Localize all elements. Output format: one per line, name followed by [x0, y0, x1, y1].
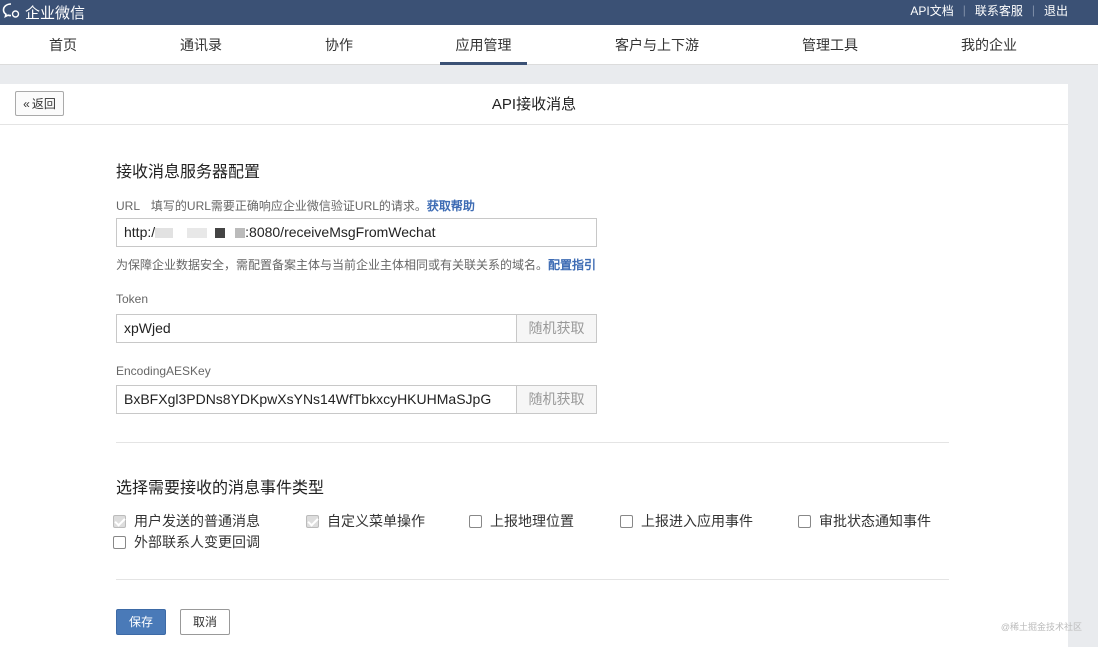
event-option-location[interactable]: 上报地理位置 — [469, 512, 574, 530]
back-button-label: 返回 — [31, 97, 56, 111]
brand-logo[interactable]: 企业微信 — [2, 0, 85, 25]
nav-my-enterprise[interactable]: 我的企业 — [950, 25, 1028, 65]
wecom-logo-icon — [2, 2, 25, 23]
nav-management-tools[interactable]: 管理工具 — [790, 25, 870, 65]
contact-support-link[interactable]: 联系客服 — [975, 2, 1023, 19]
event-option-normal-message[interactable]: 用户发送的普通消息 — [113, 512, 260, 530]
nav-app-management[interactable]: 应用管理 — [440, 25, 527, 65]
checkbox[interactable] — [113, 535, 126, 549]
checkbox-checked[interactable] — [113, 514, 126, 528]
page-title: API接收消息 — [491, 96, 577, 113]
url-input[interactable]: http:/ :8080/receiveMsgFromWechat — [116, 218, 597, 247]
url-value-suffix: :8080/receiveMsgFromWechat — [245, 224, 436, 240]
get-help-link[interactable]: 获取帮助 — [427, 199, 475, 213]
redacted-gap — [173, 228, 188, 239]
checkbox[interactable] — [469, 514, 482, 528]
link-separator: | — [962, 3, 966, 17]
nav-collaboration[interactable]: 协作 — [310, 25, 368, 65]
redacted-block — [215, 228, 226, 239]
redacted-block — [235, 228, 246, 239]
nav-contacts[interactable]: 通讯录 — [166, 25, 236, 65]
aeskey-input[interactable]: BxBFXgl3PDNs8YDKpwXsYNs14WfTbkxcyHKUHMaS… — [116, 385, 517, 414]
api-docs-link[interactable]: API文档 — [910, 2, 953, 19]
url-label: URL — [116, 199, 140, 213]
checkbox[interactable] — [620, 514, 633, 528]
event-option-custom-menu[interactable]: 自定义菜单操作 — [306, 512, 425, 530]
redacted-block — [155, 228, 174, 239]
top-links: API文档 | 联系客服 | 退出 — [910, 0, 1068, 20]
event-option-label: 上报进入应用事件 — [641, 513, 753, 529]
panel-header: API接收消息 « 返回 — [0, 84, 1068, 125]
nav-home[interactable]: 首页 — [34, 25, 92, 65]
event-option-label: 上报地理位置 — [490, 513, 574, 529]
cancel-button[interactable]: 取消 — [180, 609, 230, 635]
section-divider — [116, 579, 949, 580]
url-hint-text: 为保障企业数据安全，需配置备案主体与当前企业主体相同或有关联关系的域名。 — [116, 258, 549, 272]
redacted-block — [187, 228, 208, 239]
token-random-button[interactable]: 随机获取 — [516, 314, 597, 343]
link-separator: | — [1031, 3, 1035, 17]
url-description: 填写的URL需要正确响应企业微信验证URL的请求。 — [150, 199, 427, 213]
event-option-external-contact[interactable]: 外部联系人变更回调 — [113, 533, 260, 551]
event-option-label: 自定义菜单操作 — [327, 513, 425, 529]
server-config-title: 接收消息服务器配置 — [116, 164, 261, 181]
redacted-gap — [207, 228, 216, 239]
section-divider — [116, 442, 949, 443]
checkbox[interactable] — [798, 514, 811, 528]
event-option-label: 外部联系人变更回调 — [134, 534, 260, 550]
double-chevron-left-icon: « — [23, 96, 30, 111]
url-hint: 为保障企业数据安全，需配置备案主体与当前企业主体相同或有关联关系的域名。配置指引 — [116, 256, 596, 273]
aeskey-random-button[interactable]: 随机获取 — [516, 385, 597, 414]
top-bar: 企业微信 API文档 | 联系客服 | 退出 — [0, 0, 1098, 25]
aeskey-label: EncodingAESKey — [116, 364, 211, 378]
event-option-approval[interactable]: 审批状态通知事件 — [798, 512, 931, 530]
checkbox-checked[interactable] — [306, 514, 319, 528]
token-label: Token — [116, 292, 149, 306]
token-input[interactable]: xpWjed — [116, 314, 517, 343]
url-label-row: URL 填写的URL需要正确响应企业微信验证URL的请求。获取帮助 — [116, 197, 475, 214]
event-option-label: 审批状态通知事件 — [819, 513, 931, 529]
event-types-title: 选择需要接收的消息事件类型 — [116, 480, 325, 497]
url-value-prefix: http:/ — [124, 224, 156, 240]
config-guide-link[interactable]: 配置指引 — [548, 258, 596, 272]
nav-customers[interactable]: 客户与上下游 — [606, 25, 708, 65]
event-option-enter-app[interactable]: 上报进入应用事件 — [620, 512, 753, 530]
watermark: @稀土掘金技术社区 — [1000, 622, 1082, 632]
redacted-gap — [225, 228, 236, 239]
save-button[interactable]: 保存 — [116, 609, 166, 635]
event-option-label: 用户发送的普通消息 — [134, 513, 260, 529]
main-nav: 首页 通讯录 协作 应用管理 客户与上下游 管理工具 我的企业 — [0, 25, 1098, 65]
brand-name: 企业微信 — [25, 5, 86, 22]
logout-link[interactable]: 退出 — [1044, 2, 1068, 19]
back-button[interactable]: « 返回 — [15, 91, 64, 116]
